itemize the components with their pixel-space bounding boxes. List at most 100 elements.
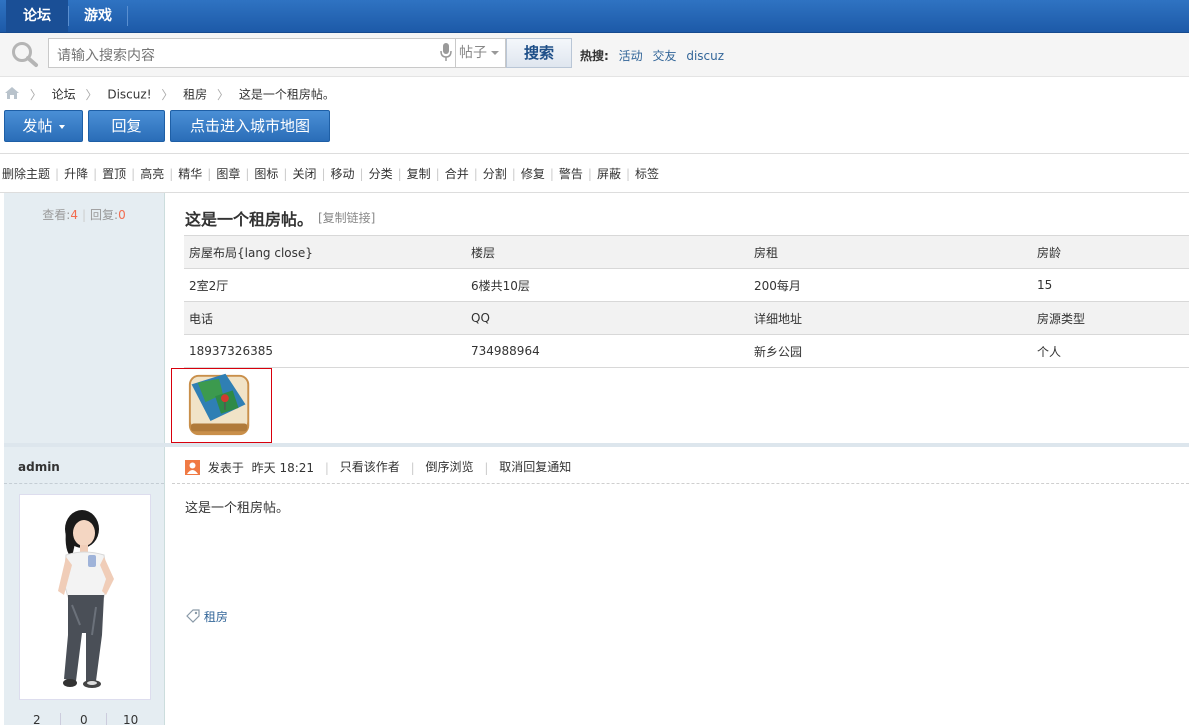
- table-cell: 18937326385: [184, 334, 466, 368]
- replies-label: 回复:: [90, 208, 119, 222]
- breadcrumb: 〉 论坛 〉 Discuz! 〉 租房 〉 这是一个租房帖。: [4, 86, 335, 102]
- nav-divider: [127, 6, 128, 26]
- replies-count: 0: [118, 208, 126, 222]
- table-header: 房屋布局{lang close}: [184, 235, 466, 269]
- copy-link[interactable]: [复制链接]: [318, 209, 375, 226]
- home-icon[interactable]: [4, 86, 20, 104]
- search-bar: 帖子 搜索 热搜: 活动 交友 discuz: [0, 33, 1189, 77]
- mod-warn[interactable]: 警告: [559, 167, 583, 181]
- breadcrumb-separator: 〉: [161, 88, 174, 102]
- mod-category[interactable]: 分类: [369, 167, 393, 181]
- mod-sticky[interactable]: 置顶: [102, 167, 126, 181]
- new-post-button[interactable]: 发帖: [4, 110, 83, 142]
- breadcrumb-separator: 〉: [217, 88, 230, 102]
- mod-repair[interactable]: 修复: [521, 167, 545, 181]
- breadcrumb-current[interactable]: 这是一个租房帖。: [239, 88, 335, 102]
- table-cell: 15: [1032, 268, 1189, 302]
- divider: [60, 713, 61, 725]
- table-header: 详细地址: [749, 301, 1032, 335]
- divider: [106, 713, 107, 725]
- hot-searches: 热搜: 活动 交友 discuz: [580, 47, 724, 64]
- mod-tag[interactable]: 标签: [635, 167, 659, 181]
- divider: [172, 483, 1189, 484]
- table-row: 电话 QQ 详细地址 房源类型: [184, 301, 1189, 335]
- mod-close[interactable]: 关闭: [292, 167, 316, 181]
- mod-copy[interactable]: 复制: [407, 167, 431, 181]
- table-cell: 734988964: [466, 334, 749, 368]
- search-type-value: 帖子: [459, 45, 487, 61]
- table-header: 房源类型: [1032, 301, 1189, 335]
- table-header: 楼层: [466, 235, 749, 269]
- map-thumbnail[interactable]: [171, 368, 272, 443]
- post-meta: 发表于 昨天 18:21 | 只看该作者 | 倒序浏览 | 取消回复通知: [185, 459, 571, 476]
- table-cell: 个人: [1032, 334, 1189, 368]
- column-divider: [164, 193, 165, 725]
- reverse-order-link[interactable]: 倒序浏览: [426, 460, 474, 474]
- microphone-icon[interactable]: [438, 41, 454, 63]
- breadcrumb-forum[interactable]: 论坛: [52, 88, 76, 102]
- tab-forum[interactable]: 论坛: [6, 0, 68, 32]
- search-input[interactable]: [55, 45, 439, 65]
- new-post-label: 发帖: [22, 117, 53, 135]
- search-button[interactable]: 搜索: [506, 38, 572, 68]
- hot-label: 热搜:: [580, 49, 609, 63]
- views-count: 4: [70, 208, 78, 222]
- table-cell: 6楼共10层: [466, 268, 749, 302]
- posted-label: 发表于: [207, 460, 244, 475]
- top-nav: 论坛 游戏: [0, 0, 1189, 33]
- mod-stamp[interactable]: 图章: [216, 167, 240, 181]
- views-label: 查看:: [42, 208, 71, 222]
- hot-item-activity[interactable]: 活动: [619, 49, 643, 63]
- mod-delete-thread[interactable]: 删除主题: [2, 167, 50, 181]
- cancel-notify-link[interactable]: 取消回复通知: [499, 460, 571, 474]
- search-input-box[interactable]: [48, 38, 456, 68]
- mod-split[interactable]: 分割: [483, 167, 507, 181]
- thread-title: 这是一个租房帖。: [185, 210, 314, 229]
- tab-games[interactable]: 游戏: [69, 0, 127, 32]
- search-type-select[interactable]: 帖子: [456, 38, 506, 68]
- map-app-icon: [188, 373, 250, 436]
- mod-bump[interactable]: 升降: [64, 167, 88, 181]
- mod-merge[interactable]: 合并: [445, 167, 469, 181]
- mod-digest[interactable]: 精华: [178, 167, 202, 181]
- breadcrumb-rent[interactable]: 租房: [183, 88, 207, 102]
- hot-item-friends[interactable]: 交友: [652, 49, 676, 63]
- breadcrumb-separator: 〉: [85, 88, 98, 102]
- mod-ban[interactable]: 屏蔽: [597, 167, 621, 181]
- hot-item-discuz[interactable]: discuz: [686, 49, 724, 63]
- only-author-link[interactable]: 只看该作者: [340, 460, 400, 474]
- divider: [0, 153, 1189, 154]
- post-content: 这是一个租房帖。: [185, 501, 290, 516]
- posted-time: 昨天 18:21: [251, 460, 315, 475]
- moderator-toolbar: 删除主题 | 升降 | 置顶 | 高亮 | 精华 | 图章 | 图标 | 关闭 | 移动 | 分类 | 复制 | 合并 | 分割…: [2, 167, 660, 181]
- table-header: QQ: [466, 301, 749, 335]
- table-header: 房租: [749, 235, 1032, 269]
- table-header: 电话: [184, 301, 466, 335]
- avatar[interactable]: [19, 494, 151, 700]
- table-cell: 新乡公园: [749, 334, 1032, 368]
- reply-button[interactable]: 回复: [88, 110, 165, 142]
- tag-rent[interactable]: 租房: [204, 610, 228, 624]
- mod-highlight[interactable]: 高亮: [140, 167, 164, 181]
- table-row: 2室2厅 6楼共10层 200每月 15: [184, 268, 1189, 302]
- mod-move[interactable]: 移动: [331, 167, 355, 181]
- thread-stats: 查看:4 | 回复:0: [42, 208, 126, 222]
- house-info-table: 房屋布局{lang close} 楼层 房租 房龄 2室2厅 6楼共10层 20…: [184, 235, 1189, 368]
- author-name[interactable]: admin: [18, 460, 60, 474]
- table-cell: 2室2厅: [184, 268, 466, 302]
- mod-icon[interactable]: 图标: [254, 167, 278, 181]
- table-row: 18937326385 734988964 新乡公园 个人: [184, 334, 1189, 368]
- chevron-down-icon: [58, 124, 65, 129]
- city-map-button[interactable]: 点击进入城市地图: [170, 110, 330, 142]
- search-icon: [12, 42, 38, 67]
- post-tags: 租房: [186, 608, 228, 626]
- tag-icon: [186, 609, 200, 626]
- divider: [0, 192, 1189, 193]
- table-row: 房屋布局{lang close} 楼层 房租 房龄: [184, 235, 1189, 269]
- table-header: 房龄: [1032, 235, 1189, 269]
- breadcrumb-separator: 〉: [29, 88, 42, 102]
- chevron-down-icon: [491, 51, 499, 55]
- breadcrumb-discuz[interactable]: Discuz!: [107, 88, 151, 102]
- divider: [4, 483, 164, 484]
- table-cell: 200每月: [749, 268, 1032, 302]
